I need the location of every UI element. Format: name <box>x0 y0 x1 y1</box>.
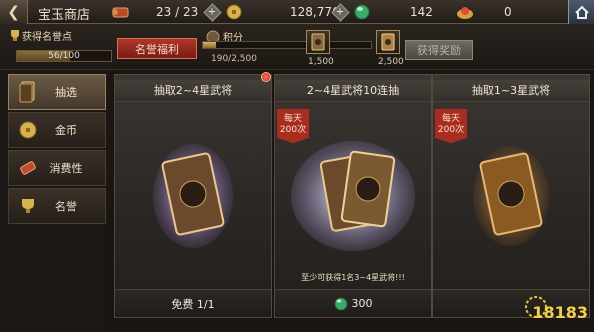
home-icon <box>574 5 589 19</box>
page-title: 宝玉商店 <box>38 8 91 23</box>
chevron-left-icon: ❮ <box>7 3 20 21</box>
draw-card-ten-2-4[interactable]: 2~4星武将10连抽 每天 200次 至少可获得1名3~4星武将!!! 300 <box>274 74 432 318</box>
card-title: 抽取1~3星武将 <box>433 80 589 102</box>
plus-icon: + <box>203 2 222 22</box>
hero-card-icon <box>473 146 549 246</box>
tab-honor-label: 名誉 <box>55 200 77 213</box>
card-title: 抽取2~4星武将 <box>115 80 271 102</box>
milestone-reward-2[interactable] <box>376 30 400 54</box>
gold-resource: 128,776 <box>226 2 340 22</box>
add-gold-button[interactable]: + <box>203 2 222 22</box>
top-bar: ❮ 宝玉商店 23 / 23 + 128,776 + 142 0 <box>0 0 594 24</box>
milestone-1-value: 1,500 <box>308 57 334 67</box>
tab-consumable-label: 消费性 <box>49 162 83 175</box>
draw-card-single-2-4[interactable]: 抽取2~4星武将 免费 1/1 <box>114 74 272 318</box>
card-footer: 300 <box>275 289 431 317</box>
reward-card-icon <box>381 33 395 51</box>
honor-progress-bar: 56/100 <box>16 50 112 62</box>
plus-icon: + <box>331 2 350 22</box>
draw-card-single-1-3[interactable]: 抽取1~3星武将 每天 200次 <box>432 74 590 318</box>
tab-honor[interactable]: 名誉 <box>8 188 106 224</box>
add-jade-button[interactable]: + <box>331 2 350 22</box>
stamina-resource: 23 / 23 <box>110 2 198 22</box>
card-footer: 免费 1/1 <box>115 289 271 317</box>
back-button[interactable]: ❮ <box>0 0 28 24</box>
card-draw-icon <box>15 79 41 105</box>
honor-bar: 获得名誉点 56/100 名誉福利 积分 190/2,500 1,500 2,5… <box>0 24 594 70</box>
honor-benefit-button[interactable]: 名誉福利 <box>117 38 197 59</box>
jade-value: 142 <box>410 5 433 19</box>
jade-resource: 142 <box>354 2 433 22</box>
tab-gold-label: 金币 <box>55 124 77 137</box>
honor-progress-text: 56/100 <box>48 51 80 61</box>
milestone-reward-1[interactable] <box>306 30 330 54</box>
trophy-icon <box>11 30 19 41</box>
milestone-2-value: 2,500 <box>378 57 404 67</box>
points-progress-bar <box>202 41 372 49</box>
claim-reward-button[interactable]: 获得奖励 <box>405 40 473 60</box>
guarantee-note: 至少可获得1名3~4星武将!!! <box>301 273 405 282</box>
watermark-text: 18183 <box>532 303 588 322</box>
reward-card-icon <box>311 33 325 51</box>
card-title: 2~4星武将10连抽 <box>275 80 431 102</box>
tab-consumable[interactable]: 消费性 <box>8 150 106 186</box>
gem-resource: 0 <box>456 2 512 22</box>
scroll-icon <box>15 155 41 181</box>
card-pack-image <box>275 105 431 287</box>
notification-dot <box>261 72 271 82</box>
hero-card-bundle-icon <box>291 141 415 251</box>
points-progress-fill <box>203 42 216 48</box>
card-pack-image <box>115 105 271 287</box>
stamina-value: 23 / 23 <box>156 5 199 19</box>
gem-value: 0 <box>504 5 512 19</box>
stamina-scroll-icon <box>112 7 129 18</box>
gold-coin-icon <box>226 4 242 20</box>
tab-draw-label: 抽选 <box>55 86 77 99</box>
home-button[interactable] <box>568 0 594 24</box>
category-tabs: 抽选 金币 消费性 名誉 <box>0 70 110 332</box>
card-price: 300 <box>351 297 373 310</box>
jade-orb-icon <box>354 4 370 20</box>
jade-orb-icon <box>334 297 347 310</box>
trophy-icon <box>15 193 41 219</box>
card-pack-image <box>433 105 589 287</box>
hero-card-icon <box>153 144 233 248</box>
honor-label: 获得名誉点 <box>22 32 72 43</box>
tab-draw[interactable]: 抽选 <box>8 74 106 110</box>
tab-gold[interactable]: 金币 <box>8 112 106 148</box>
gem-pile-icon <box>457 7 473 19</box>
gold-coin-icon <box>15 117 41 143</box>
points-count: 190/2,500 <box>211 54 257 64</box>
watermark-logo: 18183 <box>518 291 588 326</box>
